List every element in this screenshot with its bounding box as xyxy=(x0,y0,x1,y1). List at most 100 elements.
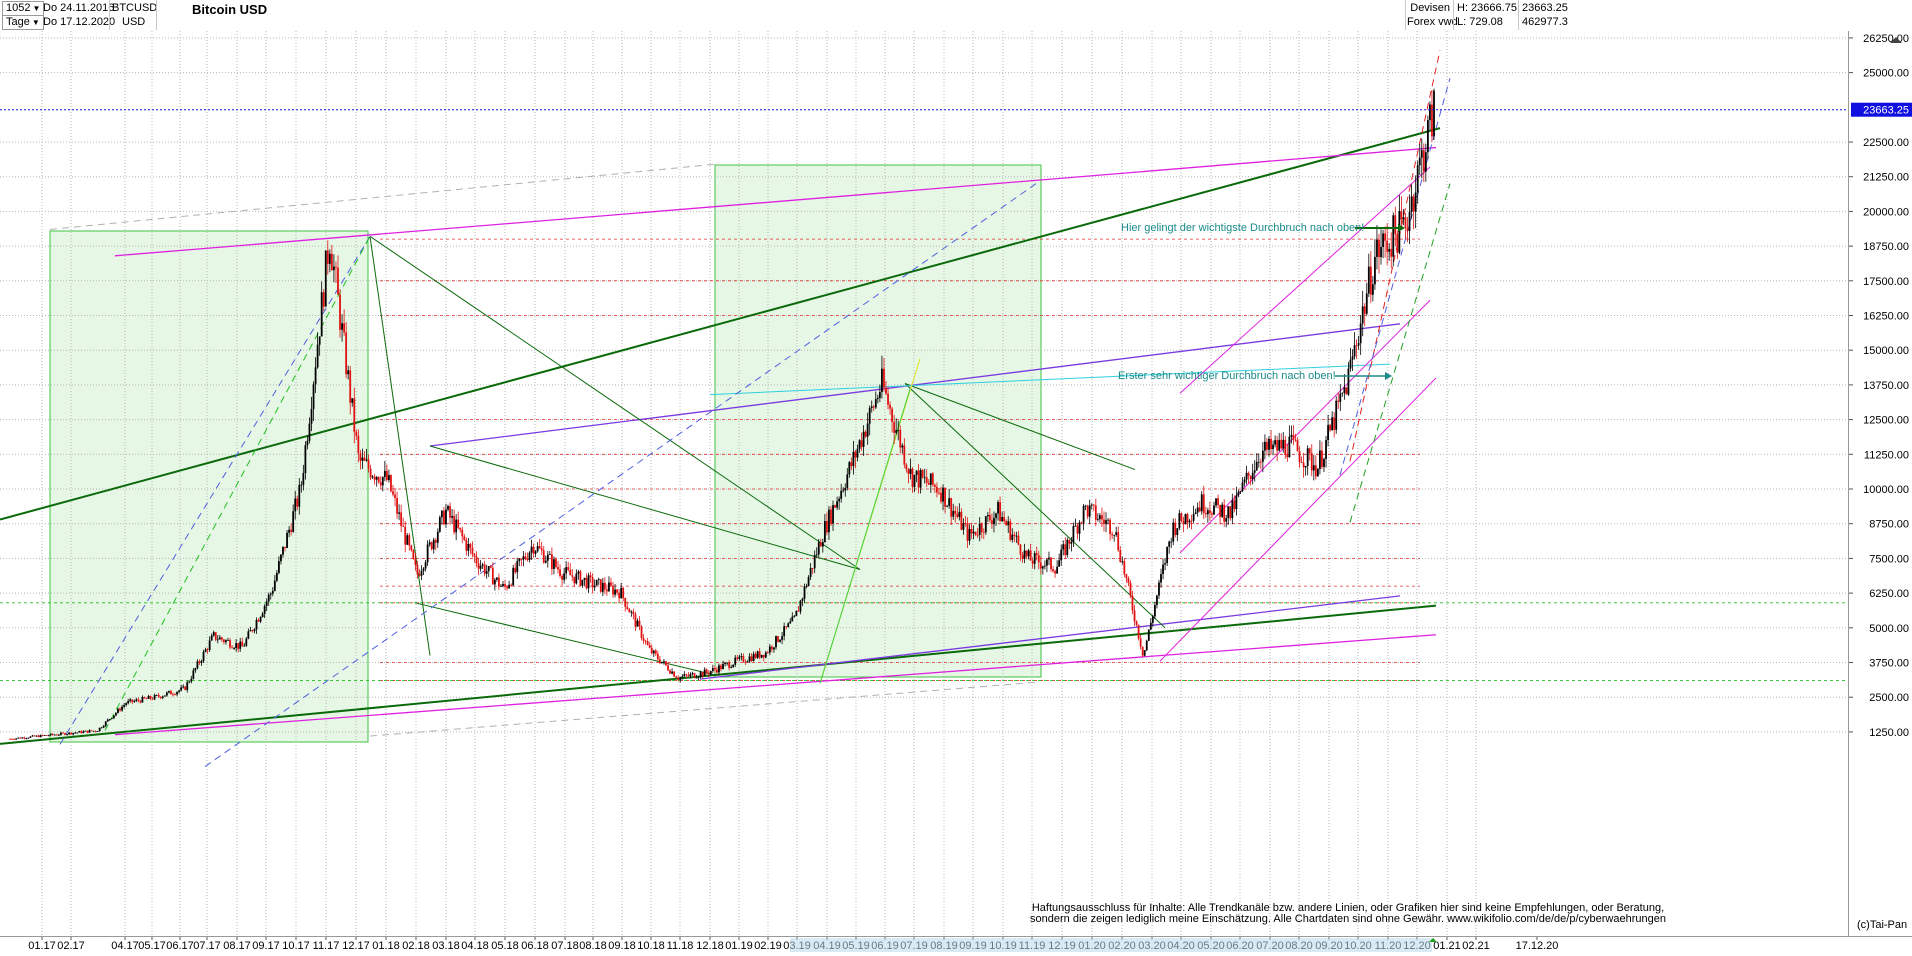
candle-body xyxy=(416,564,419,575)
candle-body xyxy=(766,652,769,654)
date-to: Do 17.12.2020 xyxy=(43,16,116,28)
chart-plot-area[interactable] xyxy=(0,31,1848,936)
candle-body xyxy=(956,513,959,517)
candle-body xyxy=(306,440,309,446)
candle-body xyxy=(1245,472,1248,480)
candle-body xyxy=(104,721,107,726)
candle-body xyxy=(339,294,341,330)
candle-body xyxy=(828,509,830,533)
bar-count-select[interactable]: 1052 ▼ xyxy=(2,1,44,16)
candle-body xyxy=(711,668,714,672)
steep-channel-line xyxy=(1179,166,1431,394)
candle-body xyxy=(881,368,883,392)
candle-body xyxy=(832,505,834,524)
candle-body xyxy=(917,470,920,488)
period-select[interactable]: Tage ▼ xyxy=(2,15,44,30)
candle-body xyxy=(1392,215,1395,257)
candle-body xyxy=(493,579,496,585)
candle-body xyxy=(355,431,358,436)
candle-body xyxy=(722,664,724,670)
candle-body xyxy=(1182,521,1185,525)
candle-body xyxy=(214,632,217,640)
candle-body xyxy=(993,517,995,525)
candle-body xyxy=(1070,541,1073,544)
candle-body xyxy=(946,505,949,507)
candle-body xyxy=(198,661,201,663)
candle-body xyxy=(740,656,743,657)
candle-body xyxy=(1282,439,1285,449)
candle-body xyxy=(267,594,270,602)
price-tick-label: 21250.00 xyxy=(1863,172,1909,184)
candle-body xyxy=(41,734,44,736)
candle-body xyxy=(473,554,476,557)
candle-body xyxy=(1380,247,1382,258)
candle-body xyxy=(636,620,639,627)
candle-body xyxy=(94,730,97,732)
candle-body xyxy=(1192,514,1195,521)
candle-body xyxy=(878,391,881,398)
candle-body xyxy=(86,730,89,733)
price-axis[interactable]: 1250.00 2500.00 3750.00 5000.00 6250.00 7500.… xyxy=(1848,31,1912,936)
candle-body xyxy=(691,673,694,675)
candle-body xyxy=(742,656,745,662)
time-axis[interactable]: 01.17 02.17 04.17 05.17 06.17 07.17 08.17 09.17… xyxy=(0,936,1912,953)
candle-body xyxy=(125,703,128,706)
candle-body xyxy=(548,554,551,556)
candle-body xyxy=(848,462,851,475)
candle-body xyxy=(510,584,513,586)
candle-body xyxy=(895,430,898,433)
candle-body xyxy=(927,482,930,485)
candle-body xyxy=(1111,533,1114,536)
time-tick-label: 09.17 xyxy=(252,940,280,952)
candle-body xyxy=(82,731,85,733)
candle-body xyxy=(239,641,242,649)
candle-body xyxy=(801,598,804,601)
candle-body xyxy=(25,738,28,739)
highlight-box xyxy=(714,164,1042,678)
candle-body xyxy=(838,498,841,502)
time-axis-svg: 01.17 02.17 04.17 05.17 06.17 07.17 08.17 09.17… xyxy=(28,937,1558,952)
candle-body xyxy=(153,695,156,700)
candle-body xyxy=(909,468,912,474)
candle-body xyxy=(1076,525,1079,534)
candle-body xyxy=(899,429,902,448)
candle-body xyxy=(948,498,951,506)
price-tick-label: 25000.00 xyxy=(1863,68,1909,80)
candle-body xyxy=(559,569,561,576)
candle-body xyxy=(70,732,73,735)
candle-body xyxy=(628,609,631,613)
candle-body xyxy=(45,735,48,736)
candle-body xyxy=(463,536,466,540)
candle-body xyxy=(1376,239,1378,257)
candle-body xyxy=(1316,468,1319,477)
candle-body xyxy=(817,542,820,555)
candle-body xyxy=(860,440,863,447)
candle-body xyxy=(1107,519,1109,521)
candle-body xyxy=(1043,565,1046,567)
candle-body xyxy=(245,638,248,646)
candle-body xyxy=(1404,217,1407,228)
candle-body xyxy=(530,546,533,553)
candle-body xyxy=(400,512,403,527)
candle-body xyxy=(1168,541,1171,547)
candle-body xyxy=(19,737,22,739)
candle-body xyxy=(192,670,195,679)
candle-body xyxy=(1123,561,1126,575)
candle-body xyxy=(324,250,327,307)
candle-body xyxy=(665,661,667,666)
candle-body xyxy=(210,635,213,641)
candle-body xyxy=(11,738,13,740)
candle-body xyxy=(426,544,429,563)
candle-body xyxy=(155,694,158,696)
candle-body xyxy=(170,690,172,695)
candle-body xyxy=(261,613,264,618)
candle-body xyxy=(1180,513,1183,522)
dashed-trend-line xyxy=(49,163,716,230)
candle-body xyxy=(815,554,818,556)
candle-body xyxy=(98,727,101,732)
candle-body xyxy=(1137,624,1140,639)
candle-body xyxy=(220,637,223,640)
candle-body xyxy=(467,544,470,551)
candle-body xyxy=(337,267,339,295)
candle-body xyxy=(1088,505,1091,517)
